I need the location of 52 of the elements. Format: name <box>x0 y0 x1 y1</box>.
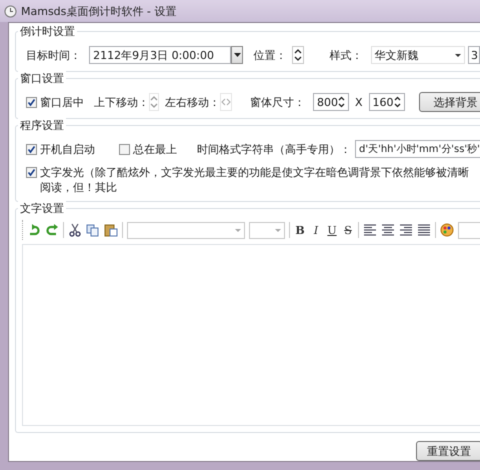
palette-icon[interactable] <box>440 223 454 237</box>
font-dropdown[interactable]: 华文新魏 <box>370 46 465 64</box>
field-label: 左右移动： <box>165 94 220 110</box>
spinner-arrows-icon[interactable] <box>338 96 345 108</box>
field-label: 位置： <box>253 48 286 62</box>
align-left-icon[interactable] <box>363 223 377 237</box>
group-title: 倒计时设置 <box>18 24 77 39</box>
checkbox[interactable]: 开机自启动 <box>26 142 95 156</box>
strikethrough-button[interactable]: S <box>342 224 354 236</box>
select-background-button[interactable]: 选择背景 <box>418 92 480 112</box>
separator-text: X <box>355 96 363 108</box>
copy-icon[interactable] <box>86 223 100 237</box>
check-icon <box>27 144 36 154</box>
checkbox[interactable]: 总在最上 <box>119 142 177 156</box>
checkbox[interactable]: 文字发光（除了酷炫外，文字发光最主要的功能是使文字在暗色调背景下依然能够被清晰阅读，但！其比 <box>26 165 476 195</box>
caret-icon <box>454 54 461 56</box>
field-label: 窗体尺寸： <box>250 94 305 110</box>
window-title: Mamsds桌面倒计时软件 - 设置 <box>21 4 176 18</box>
caret-icon <box>275 228 281 232</box>
align-right-icon[interactable] <box>399 223 413 237</box>
undo-icon[interactable] <box>27 223 41 237</box>
group-title: 窗口设置 <box>18 71 66 86</box>
clock-icon <box>4 4 17 18</box>
spinner-arrows-icon[interactable] <box>394 96 401 108</box>
redo-icon[interactable] <box>45 223 59 237</box>
underline-button[interactable]: U <box>326 224 338 236</box>
bold-button[interactable]: B <box>294 224 306 236</box>
date-time-field[interactable]: 2112年9月3日 0:00:00 <box>89 46 231 64</box>
check-icon <box>27 168 36 177</box>
number-field[interactable]: 160 <box>368 93 405 111</box>
size-field[interactable]: 3 <box>468 46 480 64</box>
color-field[interactable] <box>458 222 480 238</box>
field-label: 样式： <box>330 48 363 62</box>
align-center-icon[interactable] <box>381 223 395 237</box>
dropdown-button[interactable] <box>231 46 244 64</box>
paste-icon[interactable] <box>104 223 118 237</box>
field-label: 上下移动： <box>94 94 149 110</box>
caret-icon <box>235 228 241 232</box>
reset-settings-button[interactable]: 重置设置 <box>416 441 480 461</box>
field-label: 目标时间： <box>26 48 81 62</box>
scissors-icon[interactable] <box>68 223 82 237</box>
format-field[interactable]: d'天'hh'小时'mm'分'ss'秒' <box>355 140 480 158</box>
number-field[interactable]: 800 <box>313 93 349 111</box>
spinner[interactable] <box>292 46 304 64</box>
italic-button[interactable]: I <box>310 224 322 236</box>
field-label: 时间格式字符串（高手专用）： <box>197 142 351 156</box>
group-title: 程序设置 <box>18 118 66 133</box>
check-icon <box>27 98 36 106</box>
group-title: 文字设置 <box>18 201 66 216</box>
justify-icon[interactable] <box>417 223 431 237</box>
caret-icon <box>234 53 241 57</box>
checkbox[interactable]: 窗口居中 <box>26 94 84 110</box>
